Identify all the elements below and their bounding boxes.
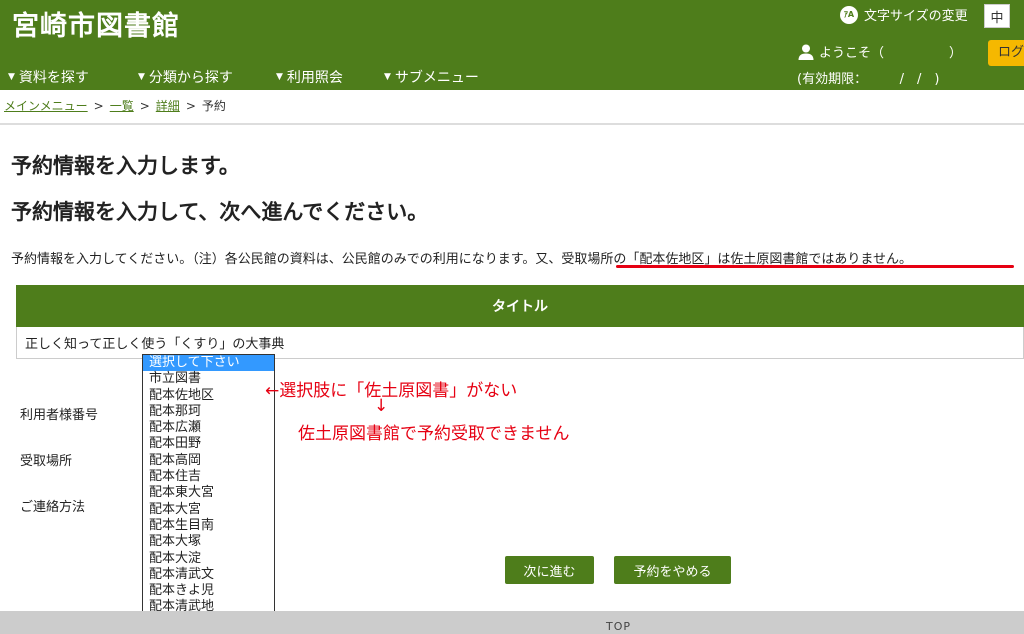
- pickup-option[interactable]: 配本大塚: [143, 534, 274, 550]
- nav-label: 利用照会: [286, 70, 343, 86]
- caret-down-icon: ▼: [8, 72, 15, 82]
- pickup-option[interactable]: 配本高岡: [143, 453, 274, 469]
- label-pickup-location: 受取場所: [20, 454, 73, 469]
- pickup-option[interactable]: 配本広瀬: [143, 420, 274, 436]
- pickup-option[interactable]: 配本東大宮: [143, 485, 274, 501]
- table-header-title: タイトル: [16, 285, 1024, 327]
- pickup-option[interactable]: 配本きよ児: [143, 583, 274, 599]
- breadcrumb-detail[interactable]: 詳細: [156, 99, 180, 113]
- page-subtitle: 予約情報を入力して、次へ進んでください。: [11, 200, 429, 224]
- pickup-option[interactable]: 配本清武文: [143, 567, 274, 583]
- main-nav: ▼ 資料を探す ▼ 分類から探す ▼ 利用照会 ▼ サブメニュー: [8, 67, 479, 87]
- breadcrumb-separator: >: [93, 99, 104, 113]
- label-user-number: 利用者様番号: [20, 408, 99, 423]
- nav-usage-inquiry[interactable]: ▼ 利用照会: [276, 67, 384, 87]
- site-header: 宮崎市図書館 ｱA 文字サイズの変更 中 ようこそ（ ） ログ (有効期限： /…: [0, 0, 1024, 90]
- expiry-date: (有効期限： / / ): [797, 72, 940, 87]
- annotation-missing-option: ←選択肢に「佐土原図書」がない: [265, 381, 518, 401]
- font-size-icon: ｱA: [840, 5, 858, 24]
- back-to-top-link[interactable]: TOP: [606, 620, 631, 633]
- login-button[interactable]: ログ: [988, 40, 1024, 66]
- nav-label: 資料を探す: [18, 70, 89, 86]
- pickup-location-dropdown[interactable]: 選択して下さい 市立図書 配本佐地区 配本那珂 配本広瀬 配本田野 配本高岡 配本住吉 配本東大…: [142, 354, 275, 634]
- font-size-control: ｱA 文字サイズの変更: [840, 5, 968, 24]
- pickup-option[interactable]: 配本大淀: [143, 551, 274, 567]
- user-icon: [798, 44, 814, 60]
- breadcrumb-main-menu[interactable]: メインメニュー: [4, 99, 88, 113]
- font-size-medium-button[interactable]: 中: [984, 4, 1010, 28]
- caret-down-icon: ▼: [384, 72, 391, 82]
- annotation-cannot-reserve: 佐土原図書館で予約受取できません: [298, 424, 570, 444]
- breadcrumb-list[interactable]: 一覧: [110, 99, 134, 113]
- pickup-option[interactable]: 選択して下さい: [143, 355, 274, 372]
- breadcrumb-separator: >: [139, 99, 150, 113]
- nav-browse-by-category[interactable]: ▼ 分類から探す: [138, 67, 276, 87]
- footer-bar: [0, 611, 1024, 634]
- caret-down-icon: ▼: [138, 72, 145, 82]
- pickup-option[interactable]: 市立図書: [143, 371, 274, 387]
- pickup-option[interactable]: 配本住吉: [143, 469, 274, 485]
- breadcrumb: メインメニュー > 一覧 > 詳細 > 予約: [4, 97, 226, 114]
- cancel-reservation-button[interactable]: 予約をやめる: [614, 556, 731, 584]
- welcome-message: ようこそ（ ）: [797, 42, 962, 61]
- label-contact-method: ご連絡方法: [20, 500, 86, 515]
- pickup-option[interactable]: 配本那珂: [143, 404, 274, 420]
- annotation-arrow-icon: ↓: [374, 396, 389, 416]
- nav-label: サブメニュー: [394, 70, 479, 86]
- breadcrumb-current: 予約: [201, 99, 226, 113]
- pickup-option[interactable]: 配本佐地区: [143, 388, 274, 404]
- nav-search-materials[interactable]: ▼ 資料を探す: [8, 67, 138, 87]
- font-size-label: 文字サイズの変更: [864, 9, 968, 24]
- caret-down-icon: ▼: [276, 72, 283, 82]
- pickup-option[interactable]: 配本生目南: [143, 518, 274, 534]
- page-title: 予約情報を入力します。: [11, 154, 240, 178]
- nav-sub-menu[interactable]: ▼ サブメニュー: [384, 67, 479, 87]
- red-highlight-underline: [616, 265, 1014, 268]
- pickup-option[interactable]: 配本田野: [143, 436, 274, 452]
- welcome-text: ようこそ（ ）: [819, 46, 963, 61]
- next-button[interactable]: 次に進む: [505, 556, 594, 584]
- breadcrumb-separator: >: [185, 99, 196, 113]
- site-title[interactable]: 宮崎市図書館: [12, 4, 180, 43]
- header-divider: [0, 123, 1024, 125]
- nav-label: 分類から探す: [148, 70, 233, 86]
- pickup-option[interactable]: 配本大宮: [143, 502, 274, 518]
